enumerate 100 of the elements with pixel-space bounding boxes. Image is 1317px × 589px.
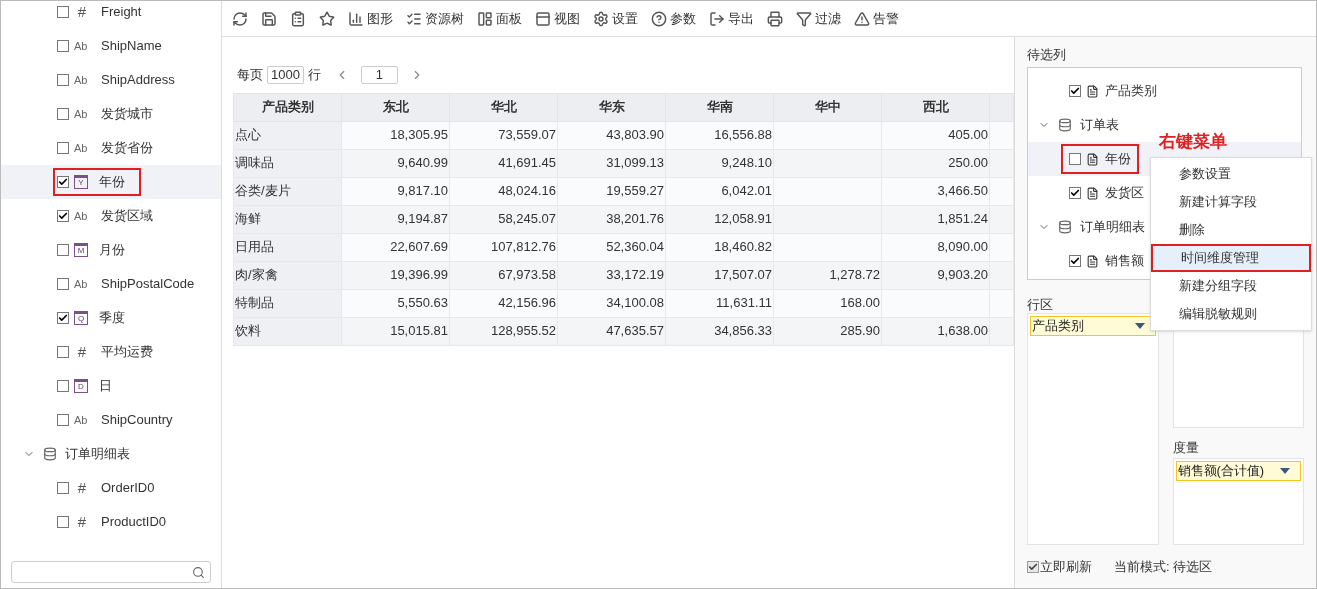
field-label: 发货城市 [101, 105, 153, 124]
field-type-icon: Ab [74, 139, 90, 157]
column-header: 西北 [881, 93, 990, 121]
table-cell: 168.00 [773, 289, 882, 317]
table-label: 订单明细表 [65, 445, 130, 464]
table-cell: 18,305.95 [341, 121, 450, 149]
table-cell: 9,903.20 [881, 261, 990, 289]
column-header: 华东 [557, 93, 666, 121]
table-cell: 15,015.81 [341, 317, 450, 345]
table-label: 订单表 [1080, 116, 1119, 135]
table-cell: 1,851.24 [881, 205, 990, 233]
field-label: ProductID0 [101, 513, 167, 532]
table-cell: 250.00 [881, 149, 990, 177]
row-header: 谷类/麦片 [233, 177, 342, 205]
field-type-icon: # [74, 476, 90, 500]
row-header: 海鲜 [233, 205, 342, 233]
table-cell: 285.90 [773, 317, 882, 345]
field-label: Freight [101, 3, 142, 22]
calendar-icon: Y [74, 175, 88, 189]
field-label: 产品类别 [1105, 82, 1157, 101]
annotation-label: 右键菜单 [1159, 131, 1227, 153]
table-cell: 43,803.90 [557, 121, 666, 149]
mode-label: 当前模式: 待选区 [1114, 558, 1213, 576]
table-cell: 67,973.58 [449, 261, 558, 289]
table-cell: 12,058.91 [665, 205, 774, 233]
table-cell: 6,042.01 [665, 177, 774, 205]
table-cell: 19,396.99 [341, 261, 450, 289]
table-cell: 1,278.72 [773, 261, 882, 289]
table-cell: 107,812.76 [449, 233, 558, 261]
field-type-icon: Ab [74, 411, 90, 429]
table-cell: 34,100.08 [557, 289, 666, 317]
table-cell: 9,194.87 [341, 205, 450, 233]
table-cell: 22,607.69 [341, 233, 450, 261]
panel-title: 待选列 [1027, 46, 1067, 64]
field-label: ShipAddress [101, 71, 175, 90]
field-type-icon: Ab [74, 37, 90, 55]
row-header: 日用品 [233, 233, 342, 261]
calendar-icon: D [74, 379, 88, 393]
table-cell: 38,201.76 [557, 205, 666, 233]
column-header: 华南 [665, 93, 774, 121]
table-cell: 11,631.11 [665, 289, 774, 317]
column-header: 华北 [449, 93, 558, 121]
pager-label: 行 [307, 66, 321, 84]
field-type-icon: Ab [74, 71, 90, 89]
field-type-icon: Ab [74, 207, 90, 225]
row-header: 肉/家禽 [233, 261, 342, 289]
table-cell: 41,691.45 [449, 149, 558, 177]
field-label: ShipPostalCode [101, 275, 195, 294]
field-type-icon: Ab [74, 105, 90, 123]
calendar-icon: Q [74, 311, 88, 325]
table-cell: 17,507.07 [665, 261, 774, 289]
field-label: ShipName [101, 37, 162, 56]
table-cell: 47,635.57 [557, 317, 666, 345]
table-cell: 42,156.96 [449, 289, 558, 317]
table-cell: 9,817.10 [341, 177, 450, 205]
table-cell: 58,245.07 [449, 205, 558, 233]
table-cell: 128,955.52 [449, 317, 558, 345]
field-type-icon: # [74, 1, 90, 24]
table-cell: 3,466.50 [881, 177, 990, 205]
field-label: 发货区域 [101, 207, 153, 226]
zone-title: 度量 [1172, 439, 1200, 457]
field-label: 年份 [1105, 150, 1131, 169]
table-cell: 16,556.88 [665, 121, 774, 149]
calendar-icon: M [74, 243, 88, 257]
field-type-icon: Ab [74, 275, 90, 293]
table-cell: 18,460.82 [665, 233, 774, 261]
table-cell: 8,090.00 [881, 233, 990, 261]
table-cell: 9,640.99 [341, 149, 450, 177]
pager-label: 每页 [237, 66, 263, 84]
table-cell: 33,172.19 [557, 261, 666, 289]
table-cell: 52,360.04 [557, 233, 666, 261]
table-label: 订单明细表 [1080, 218, 1145, 237]
row-header: 特制品 [233, 289, 342, 317]
column-header: 华中 [773, 93, 882, 121]
column-header: 东北 [341, 93, 450, 121]
field-label: 月份 [99, 241, 125, 260]
field-label: 年份 [99, 173, 125, 192]
table-cell: 405.00 [881, 121, 990, 149]
row-header: 调味品 [233, 149, 342, 177]
column-header: 产品类别 [233, 93, 342, 121]
field-label: 发货省份 [101, 139, 153, 158]
table-cell: 19,559.27 [557, 177, 666, 205]
table-cell: 31,099.13 [557, 149, 666, 177]
field-type-icon: # [74, 340, 90, 364]
table-cell: 9,248.10 [665, 149, 774, 177]
field-label: OrderID0 [101, 479, 155, 498]
field-label: ShipCountry [101, 411, 173, 430]
table-cell: 1,638.00 [881, 317, 990, 345]
zone-title: 行区 [1027, 296, 1054, 313]
field-label: 发货区 [1105, 184, 1144, 203]
table-cell: 5,550.63 [341, 289, 450, 317]
field-label: 平均运费 [101, 343, 153, 362]
table-cell: 48,024.16 [449, 177, 558, 205]
table-cell: 73,559.07 [449, 121, 558, 149]
field-label: 季度 [99, 309, 125, 328]
field-type-icon: # [74, 510, 90, 534]
row-header: 饮料 [233, 317, 342, 345]
row-header: 点心 [233, 121, 342, 149]
field-label: 日 [99, 377, 112, 396]
table-cell: 34,856.33 [665, 317, 774, 345]
